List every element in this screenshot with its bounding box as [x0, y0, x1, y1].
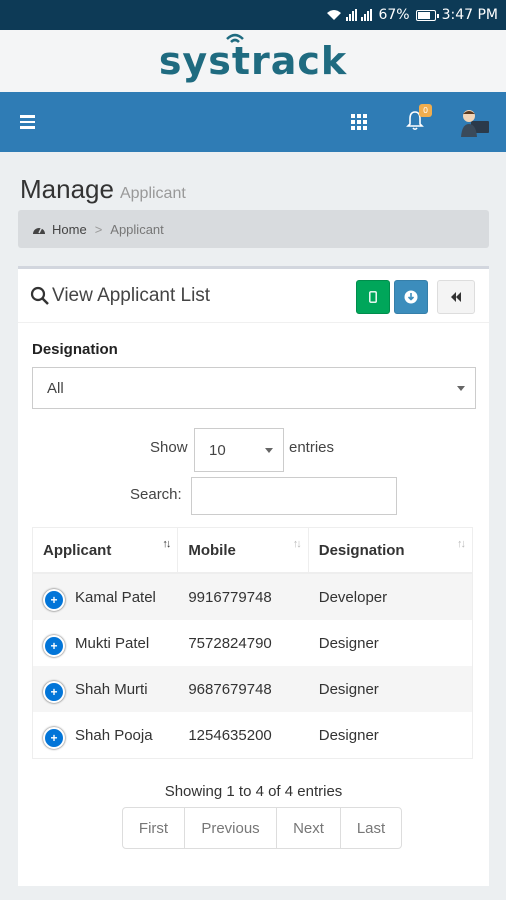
applicant-cell: + Shah Pooja	[33, 712, 178, 758]
designation-cell: Designer	[318, 634, 379, 652]
systrack-logo[interactable]: systrack	[158, 33, 348, 83]
logo-text: systrack	[158, 39, 348, 83]
card-title-text: View Applicant List	[52, 285, 211, 306]
breadcrumb-current: Applicant	[110, 221, 164, 237]
pagination-last[interactable]: Last	[341, 808, 401, 848]
battery-icon	[415, 9, 439, 21]
expand-row-icon[interactable]: +	[43, 727, 65, 749]
page-title-text: Manage	[20, 174, 114, 204]
mobile-cell: 7572824790	[188, 634, 272, 652]
applicant-name: Mukti Patel	[75, 634, 150, 652]
back-icon	[451, 292, 461, 302]
back-button[interactable]	[437, 280, 475, 314]
column-header-applicant[interactable]: Applicant ↑↓	[33, 528, 179, 572]
expand-row-icon[interactable]: +	[43, 589, 65, 611]
dashboard-icon	[33, 226, 45, 234]
designation-cell: Developer	[318, 588, 388, 606]
page-title: Manage Applicant	[20, 174, 186, 205]
mobile-button[interactable]	[356, 280, 390, 314]
card-header: View Applicant List	[18, 269, 489, 323]
designation-cell: Designer	[318, 680, 379, 698]
pagination-next[interactable]: Next	[277, 808, 341, 848]
download-button[interactable]	[394, 280, 428, 314]
column-header-label: Mobile	[188, 541, 236, 559]
applicant-cell: + Kamal Patel	[33, 574, 178, 620]
search-label: Search:	[130, 486, 182, 503]
table-row[interactable]: + Shah Pooja 1254635200 Designer	[33, 712, 472, 758]
table-row[interactable]: + Shah Murti 9687679748 Designer	[33, 666, 472, 712]
applicant-cell: + Mukti Patel	[33, 620, 178, 666]
mobile-icon	[369, 291, 377, 303]
wifi-icon	[327, 10, 342, 20]
applicant-name: Kamal Patel	[75, 588, 156, 606]
user-avatar[interactable]	[456, 104, 492, 140]
column-header-label: Applicant	[43, 541, 112, 559]
entries-select[interactable]: 10	[194, 428, 284, 472]
pagination: First Previous Next Last	[122, 807, 402, 849]
designation-select-value: All	[47, 379, 64, 397]
expand-row-icon[interactable]: +	[43, 681, 65, 703]
column-header-label: Designation	[318, 541, 405, 559]
status-bar: 67% 3:47 PM	[0, 0, 506, 30]
designation-cell: Designer	[318, 726, 379, 744]
pagination-first[interactable]: First	[123, 808, 185, 848]
show-label: Show	[150, 439, 188, 456]
applicant-table: Applicant ↑↓ Mobile ↑↓ Designation ↑↓ + …	[32, 527, 473, 759]
grid-icon[interactable]	[346, 110, 372, 134]
designation-label: Designation	[32, 341, 118, 358]
signal-icon	[346, 9, 358, 21]
download-icon	[404, 290, 418, 304]
search-icon	[30, 286, 49, 305]
chevron-down-icon	[457, 386, 465, 391]
pagination-previous[interactable]: Previous	[185, 808, 277, 848]
status-icons	[326, 9, 373, 21]
sort-icon: ↑↓	[292, 538, 302, 550]
table-info: Showing 1 to 4 of 4 entries	[164, 783, 343, 800]
applicant-name: Shah Murti	[75, 680, 148, 698]
mobile-cell: 9916779748	[188, 588, 272, 606]
mobile-cell: 9687679748	[188, 680, 272, 698]
column-header-mobile[interactable]: Mobile ↑↓	[178, 528, 309, 572]
table-header: Applicant ↑↓ Mobile ↑↓ Designation ↑↓	[33, 528, 472, 574]
table-row[interactable]: + Mukti Patel 7572824790 Designer	[33, 620, 472, 666]
wifi-signal-icon	[225, 33, 244, 43]
entries-label: entries	[289, 439, 335, 456]
notification-badge: 0	[419, 104, 432, 117]
logo-area: systrack	[0, 30, 506, 92]
sort-icon: ↑↓	[162, 538, 171, 550]
breadcrumb-separator: >	[94, 221, 103, 237]
chevron-down-icon	[265, 448, 273, 453]
mobile-cell: 1254635200	[188, 726, 272, 744]
search-input[interactable]	[191, 477, 397, 515]
column-header-designation[interactable]: Designation ↑↓	[309, 528, 472, 572]
notifications-button[interactable]: 0	[398, 104, 432, 138]
page-subtitle: Applicant	[119, 185, 186, 202]
breadcrumb: Home > Applicant	[18, 210, 489, 248]
applicant-cell: + Shah Murti	[33, 666, 178, 712]
card-title: View Applicant List	[30, 285, 210, 307]
breadcrumb-home[interactable]: Home	[52, 222, 87, 237]
designation-select[interactable]: All	[32, 367, 476, 409]
signal-icon-2	[361, 9, 373, 21]
expand-row-icon[interactable]: +	[43, 635, 65, 657]
battery-percent: 67%	[378, 7, 410, 23]
hamburger-icon[interactable]	[14, 110, 40, 134]
applicant-name: Shah Pooja	[75, 726, 153, 744]
table-row[interactable]: + Kamal Patel 9916779748 Developer	[33, 574, 472, 620]
clock: 3:47 PM	[441, 7, 498, 23]
entries-select-value: 10	[209, 441, 226, 459]
sort-icon: ↑↓	[457, 538, 466, 550]
applicant-list-card: View Applicant List Designation All Show…	[18, 266, 489, 886]
top-navbar: 0	[0, 92, 506, 152]
